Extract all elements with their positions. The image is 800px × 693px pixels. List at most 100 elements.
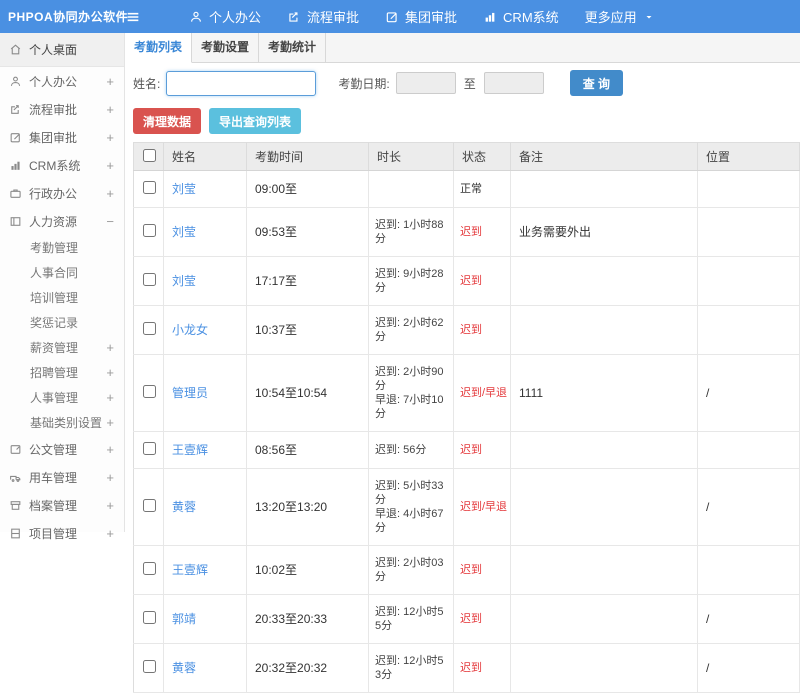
- expand-toggle[interactable]: +: [106, 526, 114, 541]
- employee-name-link[interactable]: 刘莹: [172, 274, 196, 288]
- topnav-label: 流程审批: [307, 7, 359, 26]
- expand-toggle[interactable]: +: [106, 130, 114, 145]
- expand-toggle[interactable]: +: [106, 498, 114, 513]
- home-icon: [9, 43, 22, 56]
- sidebar-item-hr[interactable]: 人力资源 −: [0, 207, 124, 235]
- location-cell: [698, 306, 800, 355]
- attendance-time-cell: 09:00至: [247, 171, 369, 208]
- user-icon: [189, 10, 203, 24]
- topnav-label: 个人办公: [209, 7, 261, 26]
- row-checkbox[interactable]: [143, 562, 156, 575]
- remark-cell: 1111: [511, 355, 698, 432]
- sidebar-item-group-approval[interactable]: 集团审批 +: [0, 123, 124, 151]
- expand-toggle[interactable]: +: [106, 186, 114, 201]
- topnav-group-approval[interactable]: 集团审批: [385, 7, 457, 26]
- remark-cell: [511, 469, 698, 546]
- export-list-button[interactable]: 导出查询列表: [209, 108, 301, 134]
- topnav-workflow-approval[interactable]: 流程审批: [287, 7, 359, 26]
- date-to-input[interactable]: [484, 72, 544, 94]
- expand-toggle[interactable]: +: [106, 340, 114, 355]
- row-checkbox[interactable]: [143, 224, 156, 237]
- app-logo: PHPOA协同办公软件: [0, 8, 125, 25]
- expand-toggle[interactable]: +: [106, 470, 114, 485]
- row-checkbox[interactable]: [143, 442, 156, 455]
- sidebar-item-desktop[interactable]: 个人桌面: [0, 33, 124, 67]
- sidebar-subitem-base-category-settings[interactable]: 基础类别设置 +: [0, 410, 124, 435]
- attendance-table: 姓名 考勤时间 时长 状态 备注 位置 刘莹 09:00至 正常 刘莹 0: [133, 142, 800, 693]
- query-button[interactable]: 查 询: [570, 70, 623, 96]
- employee-name-link[interactable]: 小龙女: [172, 323, 208, 337]
- remark-cell: [511, 257, 698, 306]
- sidebar-item-label: 项目管理: [29, 525, 106, 542]
- clean-data-button[interactable]: 清理数据: [133, 108, 201, 134]
- sidebar-item-archive-mgmt[interactable]: 档案管理 +: [0, 491, 124, 519]
- sidebar: 个人桌面 个人办公 + 流程审批 + 集团审批 + CRM系统 + 行政办公 +: [0, 33, 125, 532]
- employee-name-link[interactable]: 管理员: [172, 386, 208, 400]
- expand-toggle[interactable]: +: [106, 442, 114, 457]
- sidebar-item-admin-office[interactable]: 行政办公 +: [0, 179, 124, 207]
- expand-toggle[interactable]: +: [106, 158, 114, 173]
- sidebar-subitem-recruit-mgmt[interactable]: 招聘管理 +: [0, 360, 124, 385]
- employee-name-link[interactable]: 郭靖: [172, 612, 196, 626]
- sidebar-subitem-hr-contract[interactable]: 人事合同: [0, 260, 124, 285]
- sidebar-subitem-personnel-mgmt[interactable]: 人事管理 +: [0, 385, 124, 410]
- sidebar-item-crm[interactable]: CRM系统 +: [0, 151, 124, 179]
- edit-icon: [9, 131, 22, 144]
- sidebar-item-vehicle-mgmt[interactable]: 用车管理 +: [0, 463, 124, 491]
- tab-attendance-stats[interactable]: 考勤统计: [259, 33, 326, 62]
- location-cell: /: [698, 469, 800, 546]
- attendance-time-cell: 17:17至: [247, 257, 369, 306]
- row-checkbox[interactable]: [143, 499, 156, 512]
- topnav-personal-office[interactable]: 个人办公: [189, 7, 261, 26]
- sidebar-subitem-label: 招聘管理: [30, 364, 106, 381]
- action-bar: 清理数据 导出查询列表: [125, 103, 800, 142]
- row-checkbox[interactable]: [143, 181, 156, 194]
- tab-attendance-list[interactable]: 考勤列表: [125, 33, 192, 63]
- chart-icon: [483, 10, 497, 24]
- employee-name-link[interactable]: 刘莹: [172, 182, 196, 196]
- employee-name-link[interactable]: 王壹辉: [172, 563, 208, 577]
- row-checkbox[interactable]: [143, 322, 156, 335]
- expand-toggle[interactable]: +: [106, 390, 114, 405]
- attendance-time-cell: 20:32至20:32: [247, 644, 369, 693]
- duration-cell: 迟到: 2小时90分早退: 7小时10分: [369, 355, 454, 432]
- sidebar-item-doc-mgmt[interactable]: 公文管理 +: [0, 435, 124, 463]
- employee-name-link[interactable]: 黄蓉: [172, 661, 196, 675]
- status-cell: 迟到: [454, 546, 511, 595]
- col-status: 状态: [454, 143, 511, 171]
- filter-bar: 姓名: 考勤日期: 至 查 询: [125, 63, 800, 103]
- sidebar-item-project-mgmt[interactable]: 项目管理 +: [0, 519, 124, 547]
- sidebar-item-workflow-approval[interactable]: 流程审批 +: [0, 95, 124, 123]
- sidebar-item-personal-office[interactable]: 个人办公 +: [0, 67, 124, 95]
- table-row: 黄蓉 20:32至20:32 迟到: 12小时53分 迟到 /: [134, 644, 800, 693]
- expand-toggle[interactable]: −: [106, 214, 114, 229]
- row-checkbox[interactable]: [143, 385, 156, 398]
- sidebar-subitem-label: 人事合同: [30, 264, 114, 281]
- sidebar-subitem-label: 薪资管理: [30, 339, 106, 356]
- sidebar-subitem-training-mgmt[interactable]: 培训管理: [0, 285, 124, 310]
- expand-toggle[interactable]: +: [106, 102, 114, 117]
- employee-name-link[interactable]: 王壹辉: [172, 443, 208, 457]
- sidebar-subitem-attendance-mgmt[interactable]: 考勤管理: [0, 235, 124, 260]
- sidebar-subitem-label: 培训管理: [30, 289, 114, 306]
- select-all-checkbox[interactable]: [143, 149, 156, 162]
- sidebar-subitem-salary-mgmt[interactable]: 薪资管理 +: [0, 335, 124, 360]
- employee-name-link[interactable]: 黄蓉: [172, 500, 196, 514]
- sidebar-subitem-reward-record[interactable]: 奖惩记录: [0, 310, 124, 335]
- row-checkbox[interactable]: [143, 273, 156, 286]
- expand-toggle[interactable]: +: [106, 365, 114, 380]
- name-input[interactable]: [166, 71, 316, 96]
- location-cell: /: [698, 595, 800, 644]
- chart-icon: [9, 159, 22, 172]
- expand-toggle[interactable]: +: [106, 415, 114, 430]
- menu-icon[interactable]: [125, 9, 141, 25]
- employee-name-link[interactable]: 刘莹: [172, 225, 196, 239]
- row-checkbox[interactable]: [143, 611, 156, 624]
- tab-attendance-settings[interactable]: 考勤设置: [192, 33, 259, 62]
- row-checkbox[interactable]: [143, 660, 156, 673]
- topnav-more-apps[interactable]: 更多应用: [585, 7, 655, 26]
- caret-down-icon: [643, 11, 655, 23]
- date-from-input[interactable]: [396, 72, 456, 94]
- expand-toggle[interactable]: +: [106, 74, 114, 89]
- topnav-crm[interactable]: CRM系统: [483, 7, 559, 26]
